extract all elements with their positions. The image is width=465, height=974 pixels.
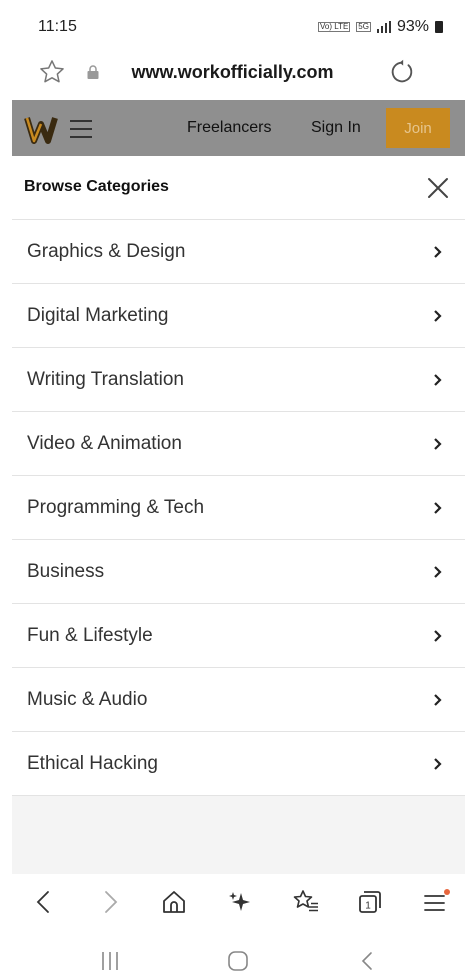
sparkle-icon[interactable] <box>226 888 254 916</box>
status-time: 11:15 <box>38 18 77 35</box>
category-item-digital-marketing[interactable]: Digital Marketing <box>12 284 465 348</box>
chevron-right-icon <box>434 758 442 770</box>
chevron-right-icon <box>434 374 442 386</box>
forward-icon[interactable] <box>96 888 124 916</box>
battery-percent: 93% <box>396 18 429 35</box>
battery-icon <box>435 21 443 33</box>
category-label: Music & Audio <box>27 689 148 710</box>
category-item-fun-lifestyle[interactable]: Fun & Lifestyle <box>12 604 465 668</box>
category-label: Business <box>27 561 105 582</box>
category-label: Video & Animation <box>27 433 182 454</box>
status-indicators: Vo) LTE 5G 93% <box>317 18 443 36</box>
nav-sign-in-link[interactable]: Sign In <box>311 119 361 137</box>
chevron-right-icon <box>434 566 442 578</box>
category-label: Programming & Tech <box>27 497 205 518</box>
category-item-graphics-design[interactable]: Graphics & Design <box>12 220 465 284</box>
chevron-right-icon <box>434 630 442 642</box>
close-icon[interactable] <box>424 174 452 202</box>
menu-icon[interactable] <box>422 888 450 916</box>
chevron-right-icon <box>434 694 442 706</box>
category-label: Graphics & Design <box>27 241 186 262</box>
browse-categories-title: Browse Categories <box>24 178 169 195</box>
chevron-right-icon <box>434 310 442 322</box>
home-icon[interactable] <box>160 888 188 916</box>
category-label: Fun & Lifestyle <box>27 625 153 646</box>
system-back-icon[interactable] <box>356 950 380 972</box>
tabs-icon[interactable]: 1 <box>356 888 384 916</box>
join-button[interactable]: Join <box>386 108 450 148</box>
recent-apps-icon[interactable] <box>98 950 122 972</box>
notification-dot <box>444 889 450 895</box>
chevron-right-icon <box>434 246 442 258</box>
system-home-icon[interactable] <box>226 950 250 972</box>
network-5g-badge: 5G <box>356 22 371 32</box>
hamburger-menu-icon[interactable] <box>70 120 92 144</box>
chevron-right-icon <box>434 438 442 450</box>
category-item-writing-translation[interactable]: Writing Translation <box>12 348 465 412</box>
category-label: Ethical Hacking <box>27 753 158 774</box>
category-item-business[interactable]: Business <box>12 540 465 604</box>
category-item-video-animation[interactable]: Video & Animation <box>12 412 465 476</box>
volte-badge: Vo) LTE <box>317 22 351 32</box>
category-label: Digital Marketing <box>27 305 169 326</box>
empty-page-area <box>12 796 465 874</box>
bookmarks-icon[interactable] <box>292 888 320 916</box>
reload-icon[interactable] <box>388 58 416 86</box>
signal-icon <box>376 21 391 33</box>
category-item-music-audio[interactable]: Music & Audio <box>12 668 465 732</box>
nav-freelancers-link[interactable]: Freelancers <box>187 119 271 137</box>
category-item-ethical-hacking[interactable]: Ethical Hacking <box>12 732 465 796</box>
back-icon[interactable] <box>30 888 58 916</box>
workofficially-logo[interactable] <box>24 114 58 144</box>
category-label: Writing Translation <box>27 369 184 390</box>
category-item-programming-tech[interactable]: Programming & Tech <box>12 476 465 540</box>
chevron-right-icon <box>434 502 442 514</box>
tab-count: 1 <box>365 901 371 912</box>
